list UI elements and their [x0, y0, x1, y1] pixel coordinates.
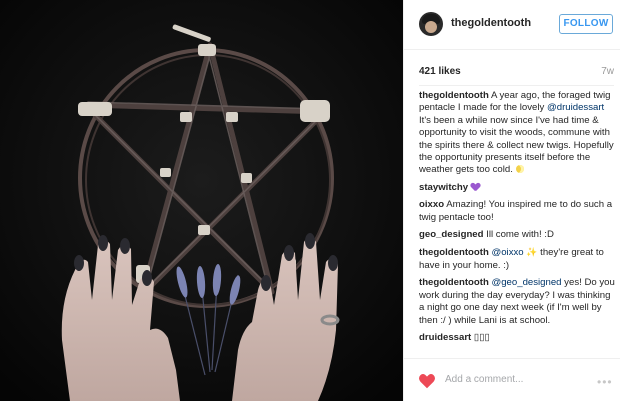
pentacle-photo-image [0, 0, 403, 401]
comment: oixxo Amazing! You inspired me to do suc… [419, 199, 615, 224]
comment-author[interactable]: druidessart [419, 332, 471, 343]
likes-count[interactable]: 421 likes [419, 66, 461, 77]
comment-author[interactable]: oixxo [419, 199, 444, 210]
comment-text: Amazing! You inspired me to do such a tw… [419, 199, 613, 223]
comment: geo_designed Ill come with! :D [419, 229, 615, 241]
avatar[interactable] [419, 12, 443, 36]
comment: staywitchy [419, 182, 615, 194]
comment-author[interactable]: staywitchy [419, 182, 468, 193]
comment-author[interactable]: thegoldentooth [419, 90, 489, 101]
mention-link[interactable]: @oixxo [491, 247, 523, 258]
comment-author[interactable]: geo_designed [419, 229, 484, 240]
comment-text: Ill come with! :D [483, 229, 554, 241]
post-age[interactable]: 7w [601, 66, 614, 77]
comment: druidessart ▯▯▯ [419, 332, 615, 344]
add-comment-input[interactable]: Add a comment... [445, 374, 523, 385]
sparkles-emoji-icon: ✨ [526, 247, 538, 258]
comment-footer: Add a comment... ••• [404, 358, 620, 401]
post-photo[interactable] [0, 0, 403, 401]
post-header: thegoldentooth FOLLOW [404, 0, 620, 50]
comment-text: ▯▯▯ [471, 331, 490, 343]
moon-emoji-icon [515, 165, 524, 174]
comment-author[interactable]: thegoldentooth [419, 277, 489, 288]
likes-row: 421 likes 7w [419, 66, 614, 80]
post-sidebar: thegoldentooth FOLLOW 421 likes 7w thego… [403, 0, 620, 401]
comment: thegoldentooth @geo_designed yes! Do you… [419, 277, 615, 327]
comment-caption: thegoldentooth A year ago, the foraged t… [419, 90, 615, 177]
heart-icon[interactable] [418, 373, 436, 389]
more-options-icon[interactable]: ••• [597, 375, 613, 389]
divider [419, 85, 614, 86]
purple-heart-emoji-icon [471, 183, 480, 191]
username-link[interactable]: thegoldentooth [451, 17, 531, 29]
comment-list: thegoldentooth A year ago, the foraged t… [419, 90, 615, 349]
follow-button[interactable]: FOLLOW [559, 14, 613, 34]
mention-link[interactable]: @druidessart [547, 102, 604, 113]
comment: thegoldentooth @oixxo ✨ they're great to… [419, 246, 615, 272]
comment-author[interactable]: thegoldentooth [419, 247, 489, 258]
mention-link[interactable]: @geo_designed [491, 277, 561, 288]
